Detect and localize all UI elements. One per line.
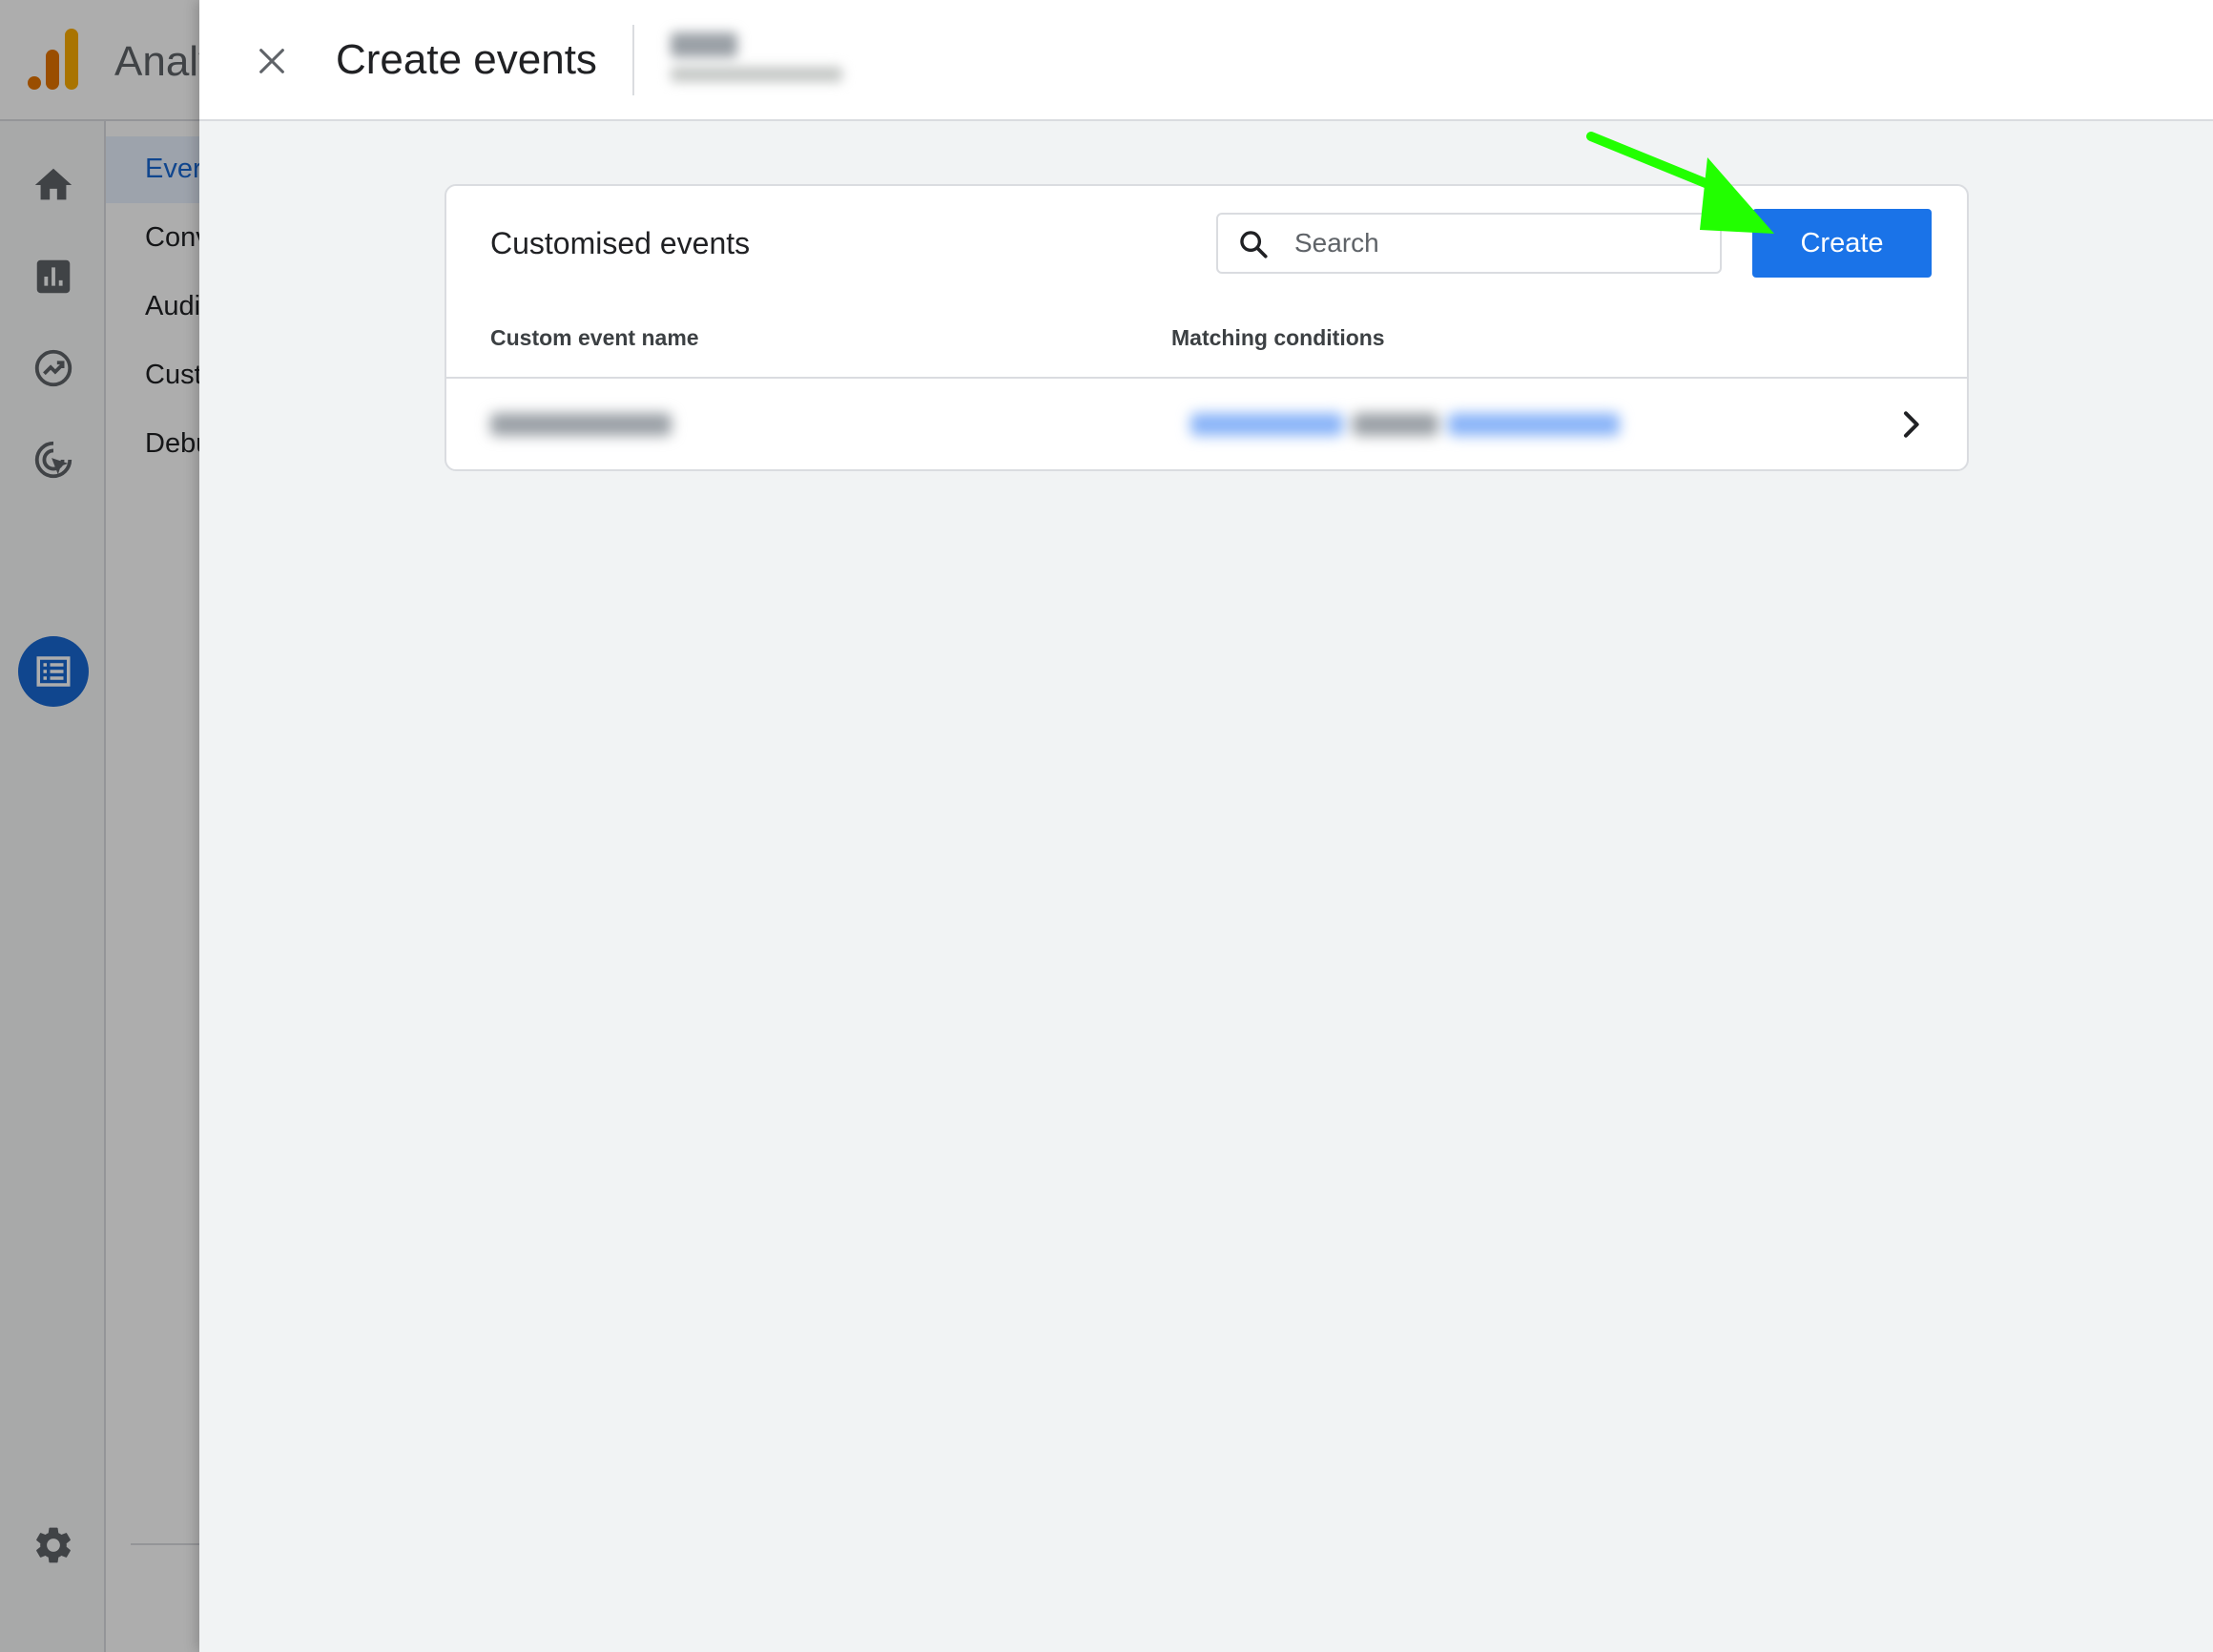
search-box[interactable]	[1216, 213, 1722, 274]
customised-events-card: Customised events Create Custom event na…	[445, 184, 1969, 471]
property-selector-redacted[interactable]	[659, 25, 850, 95]
close-icon	[259, 49, 284, 73]
drawer-header: Create events	[199, 0, 2213, 121]
search-input[interactable]	[1294, 217, 1714, 270]
create-events-drawer: Create events Customised events Create C…	[199, 0, 2213, 1652]
create-button[interactable]: Create	[1752, 209, 1932, 278]
card-title: Customised events	[490, 226, 751, 260]
column-header-custom-event-name: Custom event name	[490, 325, 699, 350]
chevron-right-icon[interactable]	[1892, 405, 1930, 444]
close-button[interactable]	[243, 32, 300, 90]
search-icon	[1240, 231, 1268, 258]
column-header-matching-conditions: Matching conditions	[1171, 325, 1385, 350]
drawer-title: Create events	[336, 36, 597, 83]
event-name-redacted	[490, 413, 672, 436]
matching-conditions-redacted	[1190, 413, 1620, 436]
header-separator	[632, 25, 634, 95]
table-row[interactable]	[446, 379, 1967, 469]
